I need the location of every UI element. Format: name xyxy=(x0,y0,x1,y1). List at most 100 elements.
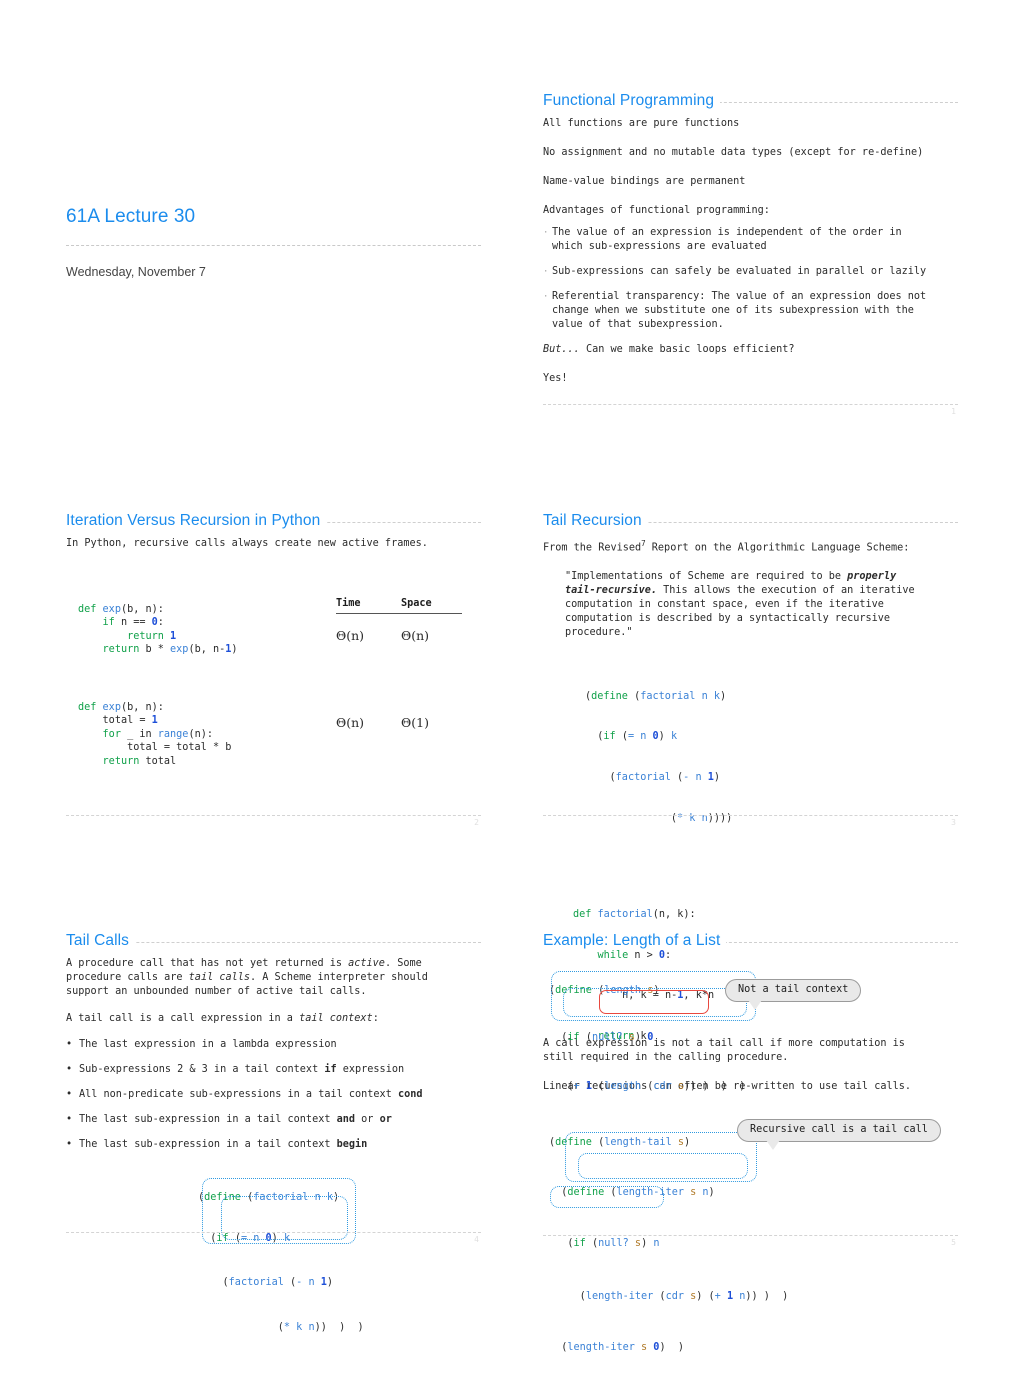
slide-heading-iteration-versus-recursion: Iteration Versus Recursion in Python xyxy=(66,512,327,530)
tr-quote-line-4: computation is described by a syntactica… xyxy=(565,613,891,625)
tc-bullet-5-text: The last sub-expression in a tail contex… xyxy=(79,1138,481,1152)
tc-bullet-2-text: Sub-expressions 2 & 3 in a tail context … xyxy=(79,1063,481,1077)
tc-p2-it: tail context xyxy=(299,1013,373,1024)
tc-b3-a: All non-predicate sub-expressions in a t… xyxy=(79,1089,398,1100)
scheme-line-2: (if (= n 0) k xyxy=(585,731,678,743)
code-call-args: (b, n- xyxy=(188,644,226,656)
bullet-dot-icon: · xyxy=(543,267,549,277)
code-fn-range: range xyxy=(157,728,189,740)
lr-line-3: (+ 1 (length (cdr s)) ) ) ) xyxy=(549,1080,746,1092)
slide-heading-functional-programming: Functional Programming xyxy=(543,92,721,110)
tc-b5-kw: begin xyxy=(336,1139,368,1150)
lt-line-5: (length-iter s 0) ) xyxy=(549,1342,684,1354)
fp-line-1: All functions are pure functions xyxy=(543,118,740,129)
lt-line-4: (length-iter (cdr s) (+ 1 n)) ) ) xyxy=(549,1290,789,1302)
tc-b3-kw: cond xyxy=(397,1089,423,1100)
slide-functional-programming: Functional Programming All functions are… xyxy=(543,92,958,416)
bullet-dot-icon: • xyxy=(66,1089,73,1100)
slide-footer-rule: 4 xyxy=(66,1232,481,1244)
code-args-2: (b, n): xyxy=(120,701,164,713)
slide-heading-tail-calls: Tail Calls xyxy=(66,932,136,950)
tr-intro-a: From the Revised xyxy=(543,542,642,554)
cell-time-recursive: Θ(n) xyxy=(336,628,365,643)
deck-title: 61A Lecture 30 xyxy=(66,206,196,227)
tc-bullet-2: • Sub-expressions 2 & 3 in a tail contex… xyxy=(66,1063,481,1077)
bullet-dot-icon: • xyxy=(66,1139,73,1150)
fp-bullet-3-text: Referential transparency: The value of a… xyxy=(552,291,927,330)
tc-b4-kw: and xyxy=(336,1114,356,1125)
tc-b4-b: or xyxy=(355,1114,380,1125)
fp-line-2: No assignment and no mutable data types … xyxy=(543,147,924,158)
complexity-table-header: Time Space xyxy=(336,598,466,613)
page-number: 5 xyxy=(951,1238,956,1247)
scheme-line-3: (factorial (- n 1) xyxy=(585,772,720,784)
lr-line-2: (if (null? s) 0 xyxy=(549,1031,654,1043)
cell-time-iterative: Θ(n) xyxy=(336,715,365,730)
tc-annotated-code: (define (factorial n k) (if (= n 0) k (f… xyxy=(66,1164,481,1333)
tc-para-2: A tail call is a call expression in a ta… xyxy=(66,1012,481,1026)
fp-bullet-3: · Referential transparency: The value of… xyxy=(543,290,958,332)
code-kw-return: return xyxy=(127,630,164,642)
bullet-dot-icon: · xyxy=(543,292,549,302)
tc-bullet-1-text: The last expression in a lambda expressi… xyxy=(79,1039,337,1050)
tr-intro: From the Revised7 Report on the Algorith… xyxy=(543,537,958,555)
fp-bullet-1: · The value of an expression is independ… xyxy=(543,226,958,254)
slide-heading-tail-recursion: Tail Recursion xyxy=(543,512,648,530)
tcf-line-2: (if (= n 0) k xyxy=(198,1232,291,1244)
slide-footer-rule: 5 xyxy=(543,1235,958,1247)
deck-date: Wednesday, November 7 xyxy=(66,265,206,279)
tc-bullet-3: • All non-predicate sub-expressions in a… xyxy=(66,1088,481,1102)
code-total-assign: total = xyxy=(102,715,152,727)
code-block-length-tail: (define (length-tail s) (define (length-… xyxy=(549,1109,958,1382)
tc-p2-b: : xyxy=(372,1013,379,1024)
code-mult: b * xyxy=(139,644,171,656)
fp-but-line: But... Can we make basic loops efficient… xyxy=(543,343,958,357)
callout-recursive-call-tail: Recursive call is a tail call xyxy=(737,1119,941,1150)
slide-footer-rule: 3 xyxy=(543,815,958,827)
lt-line-3: (if (null? s) n xyxy=(549,1237,660,1249)
code-block-scheme-factorial: (define (factorial n k) (if (= n 0) k (f… xyxy=(585,662,958,852)
slide-footer-rule: 2 xyxy=(66,815,481,827)
tc-p1-it1: active xyxy=(348,958,385,969)
code-for-mid: _ in xyxy=(120,728,158,740)
col-header-time: Time xyxy=(336,598,361,609)
tr-quote-bold-2: tail-recursive. xyxy=(565,585,658,597)
tc-p2-a: A tail call is a call expression in a xyxy=(66,1013,300,1024)
tr-quote-1: "Implementations of Scheme are required … xyxy=(565,571,848,583)
lt-line-2: (define (length-iter s n) xyxy=(549,1186,715,1198)
code-kw-for: for xyxy=(102,728,121,740)
slide-footer-rule: 1 xyxy=(543,404,958,416)
tc-b4-a: The last sub-expression in a tail contex… xyxy=(79,1114,337,1125)
scheme-line-4: (* k n)))) xyxy=(585,812,733,824)
complexity-row-iterative: Θ(n) Θ(1) xyxy=(336,715,466,730)
tc-p1-a: A procedure call that has not yet return… xyxy=(66,958,349,969)
slide-length-example: Example: Length of a List (define (lengt… xyxy=(543,932,958,1353)
tc-b4-kw2: or xyxy=(379,1114,392,1125)
code-num-one-c: 1 xyxy=(151,715,158,727)
page-number: 3 xyxy=(951,818,956,827)
code-total-update: total = total * b xyxy=(127,742,232,754)
lecture-slides-page: 61A Lecture 30 Wednesday, November 7 Fun… xyxy=(0,0,1020,1353)
tc-bullet-1: • The last expression in a lambda expres… xyxy=(66,1038,481,1052)
tcf-line-1: (define (factorial n k) xyxy=(198,1192,340,1204)
fp-bullet-2-text: Sub-expressions can safely be evaluated … xyxy=(552,266,927,277)
code-kw-def: def xyxy=(78,603,97,615)
tr-quote-line-5: procedure." xyxy=(565,627,633,639)
fp-line-4: Advantages of functional programming: xyxy=(543,205,770,216)
tr-quote-line-1: "Implementations of Scheme are required … xyxy=(565,570,958,584)
fp-bullet-2: · Sub-expressions can safely be evaluate… xyxy=(543,265,958,279)
code-block-tc-factorial: (define (factorial n k) (if (= n 0) k (f… xyxy=(198,1164,481,1361)
tc-b2-kw: if xyxy=(324,1064,337,1075)
complexity-row-recursive: Θ(n) Θ(n) xyxy=(336,628,466,643)
col-header-space: Space xyxy=(401,598,432,609)
code-kw-return-3: return xyxy=(102,755,140,767)
cell-space-recursive: Θ(n) xyxy=(401,628,430,643)
tc-bullet-4: • The last sub-expression in a tail cont… xyxy=(66,1113,481,1127)
length-recursive-annotated: (define (length s) (if (null? s) 0 (+ 1 … xyxy=(543,957,958,1092)
complexity-table: Time Space Θ(n) Θ(n) Θ(n) Θ(1) xyxy=(336,598,466,730)
code-colon: : xyxy=(157,617,164,629)
slide-iteration-versus-recursion: Iteration Versus Recursion in Python In … xyxy=(66,512,481,827)
code-fn-exp-2: exp xyxy=(102,701,121,713)
code-kw-return-2: return xyxy=(102,644,140,656)
callout-tail-icon xyxy=(765,1139,781,1150)
